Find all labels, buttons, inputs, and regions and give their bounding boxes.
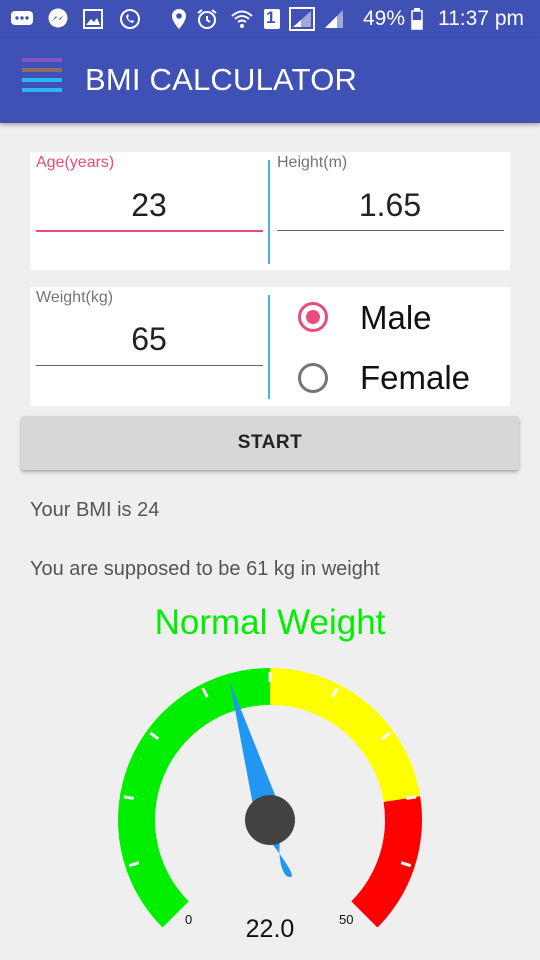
- signal-icon-2: [322, 8, 346, 30]
- ideal-weight-text: You are supposed to be 61 kg in weight: [30, 558, 380, 580]
- age-underline: [36, 230, 263, 232]
- male-radio[interactable]: [298, 302, 328, 332]
- gauge-range-1: [270, 668, 421, 803]
- height-underline: [277, 230, 504, 231]
- female-radio[interactable]: [298, 363, 328, 393]
- male-label[interactable]: Male: [360, 299, 432, 337]
- weight-label: Weight(kg): [36, 289, 114, 306]
- bmi-gauge: [118, 668, 422, 928]
- status-bar: 1 49% 11:37 pm: [0, 0, 540, 38]
- height-input[interactable]: 1.65: [277, 187, 503, 224]
- signal-icon: [288, 7, 316, 31]
- sim-number: 1: [266, 8, 276, 27]
- female-label[interactable]: Female: [360, 359, 470, 397]
- whatsapp-icon: [118, 8, 142, 30]
- vertical-divider: [268, 160, 270, 264]
- gauge-hub: [245, 795, 295, 845]
- status-time: 11:37 pm: [438, 7, 524, 30]
- gauge-range-0: [118, 668, 270, 928]
- battery-percent: 49%: [363, 7, 406, 30]
- weight-underline: [36, 365, 263, 366]
- sms-icon: [10, 8, 34, 30]
- bmi-category-text: Normal Weight: [154, 603, 386, 642]
- age-height-card: Age(years) 23 Height(m) 1.65: [30, 152, 510, 270]
- location-icon: [170, 8, 188, 30]
- gallery-icon: [82, 8, 104, 30]
- weight-gender-card: Weight(kg) 65 Male Female: [30, 287, 510, 406]
- app-bar: BMI CALCULATOR: [0, 38, 540, 123]
- gauge-tick: [406, 795, 417, 800]
- messenger-icon: [46, 8, 70, 30]
- app-title: BMI CALCULATOR: [85, 62, 358, 97]
- gauge-needle: [229, 681, 292, 878]
- wifi-icon: [230, 8, 254, 30]
- battery-icon: [410, 8, 424, 30]
- gauge-max-label: 50: [339, 912, 354, 927]
- alarm-icon: [196, 8, 218, 30]
- bmi-result-text: Your BMI is 24: [30, 499, 160, 521]
- sim-icon: 1: [262, 8, 282, 30]
- gauge-min-label: 0: [185, 912, 193, 927]
- weight-input[interactable]: 65: [36, 321, 262, 358]
- menu-icon[interactable]: [22, 58, 62, 102]
- gauge-range-2: [351, 796, 422, 928]
- age-label: Age(years): [36, 154, 115, 171]
- vertical-divider: [268, 295, 270, 399]
- age-input[interactable]: 23: [36, 187, 262, 224]
- height-label: Height(m): [277, 154, 348, 171]
- gauge-value-label: 22.0: [245, 915, 295, 943]
- start-button[interactable]: START: [21, 416, 519, 470]
- gauge-tick: [123, 795, 134, 800]
